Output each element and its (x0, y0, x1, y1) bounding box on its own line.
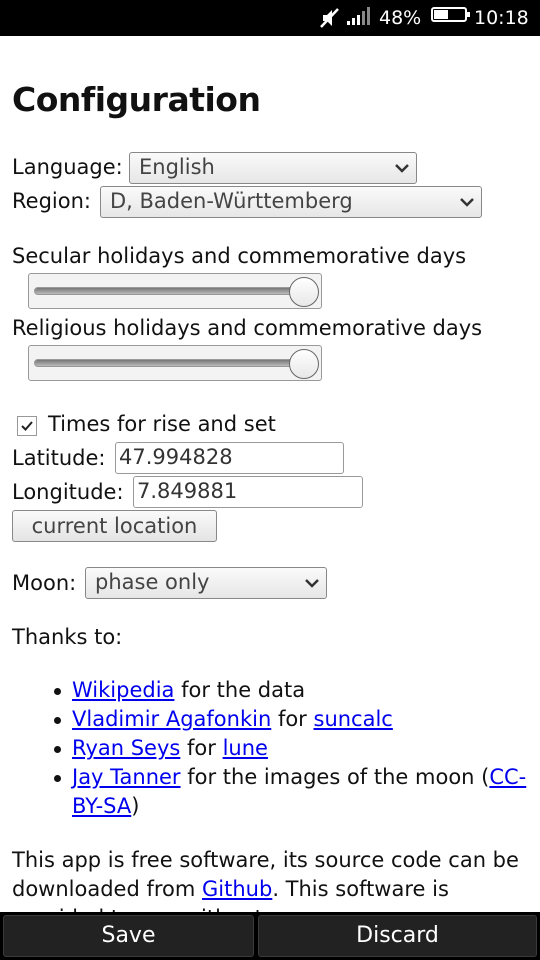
rise-set-label: Times for rise and set (48, 412, 276, 436)
chevron-down-icon (395, 164, 409, 173)
checkmark-icon (21, 421, 33, 431)
bottom-action-bar: Save Discard (0, 912, 540, 960)
battery-icon (431, 7, 470, 22)
link-ryan-seys[interactable]: Ryan Seys (72, 736, 180, 760)
longitude-label: Longitude: (12, 480, 124, 504)
longitude-value: 7.849881 (137, 479, 238, 503)
list-item: Ryan Seys for lune (12, 734, 532, 763)
list-item-text: for (180, 736, 223, 760)
list-item: Jay Tanner for the images of the moon (C… (12, 763, 532, 821)
discard-label: Discard (356, 923, 439, 948)
latitude-label: Latitude: (12, 446, 106, 470)
link-suncalc[interactable]: suncalc (314, 707, 393, 731)
discard-button[interactable]: Discard (258, 915, 537, 957)
mute-icon (320, 8, 339, 28)
status-bar: 48% 10:18 (0, 0, 540, 36)
list-item: Vladimir Agafonkin for suncalc (12, 705, 532, 734)
list-item-text: for the data (174, 678, 306, 702)
list-item-text: for the images of the moon ( (180, 765, 490, 789)
religious-slider[interactable] (28, 345, 322, 381)
slider-track (34, 359, 316, 367)
rise-set-checkbox[interactable] (17, 416, 37, 436)
slider-thumb[interactable] (289, 277, 319, 307)
chevron-down-icon (460, 198, 474, 207)
moon-value: phase only (95, 570, 210, 594)
save-button[interactable]: Save (3, 915, 254, 957)
list-item-text: for (271, 707, 314, 731)
chevron-down-icon (305, 579, 319, 588)
link-jay-tanner[interactable]: Jay Tanner (72, 765, 181, 789)
current-location-label: current location (31, 514, 198, 538)
language-label: Language: (12, 155, 123, 179)
thanks-list: Wikipedia for the data Vladimir Agafonki… (12, 676, 532, 821)
language-select[interactable]: English (129, 152, 417, 184)
region-select[interactable]: D, Baden-Württemberg (100, 186, 482, 218)
list-item-text: ) (131, 794, 140, 818)
current-location-button[interactable]: current location (12, 510, 217, 542)
link-lune[interactable]: lune (223, 736, 268, 760)
config-scroll-area[interactable]: Configuration Language: English Region: … (0, 36, 540, 912)
link-github[interactable]: Github (202, 877, 272, 901)
battery-percent: 48% (379, 7, 422, 29)
page-title: Configuration (12, 80, 261, 119)
clock: 10:18 (474, 7, 529, 29)
region-value: D, Baden-Württemberg (110, 189, 353, 213)
slider-thumb[interactable] (289, 349, 319, 379)
list-item: Wikipedia for the data (12, 676, 532, 705)
signal-icon (347, 7, 370, 25)
latitude-value: 47.994828 (119, 445, 233, 469)
religious-label: Religious holidays and commemorative day… (12, 316, 483, 340)
secular-label: Secular holidays and commemorative days (12, 244, 467, 268)
slider-track (34, 287, 316, 295)
save-label: Save (101, 923, 156, 948)
language-value: English (139, 155, 215, 179)
region-label: Region: (12, 189, 91, 213)
link-vladimir-agafonkin[interactable]: Vladimir Agafonkin (72, 707, 271, 731)
longitude-field[interactable]: 7.849881 (133, 476, 363, 508)
moon-label: Moon: (12, 571, 77, 595)
thanks-heading: Thanks to: (12, 625, 123, 649)
latitude-field[interactable]: 47.994828 (115, 442, 344, 474)
license-paragraph: This app is free software, its source co… (12, 846, 532, 912)
secular-slider[interactable] (28, 273, 322, 309)
link-wikipedia[interactable]: Wikipedia (72, 678, 174, 702)
moon-select[interactable]: phase only (85, 567, 327, 599)
